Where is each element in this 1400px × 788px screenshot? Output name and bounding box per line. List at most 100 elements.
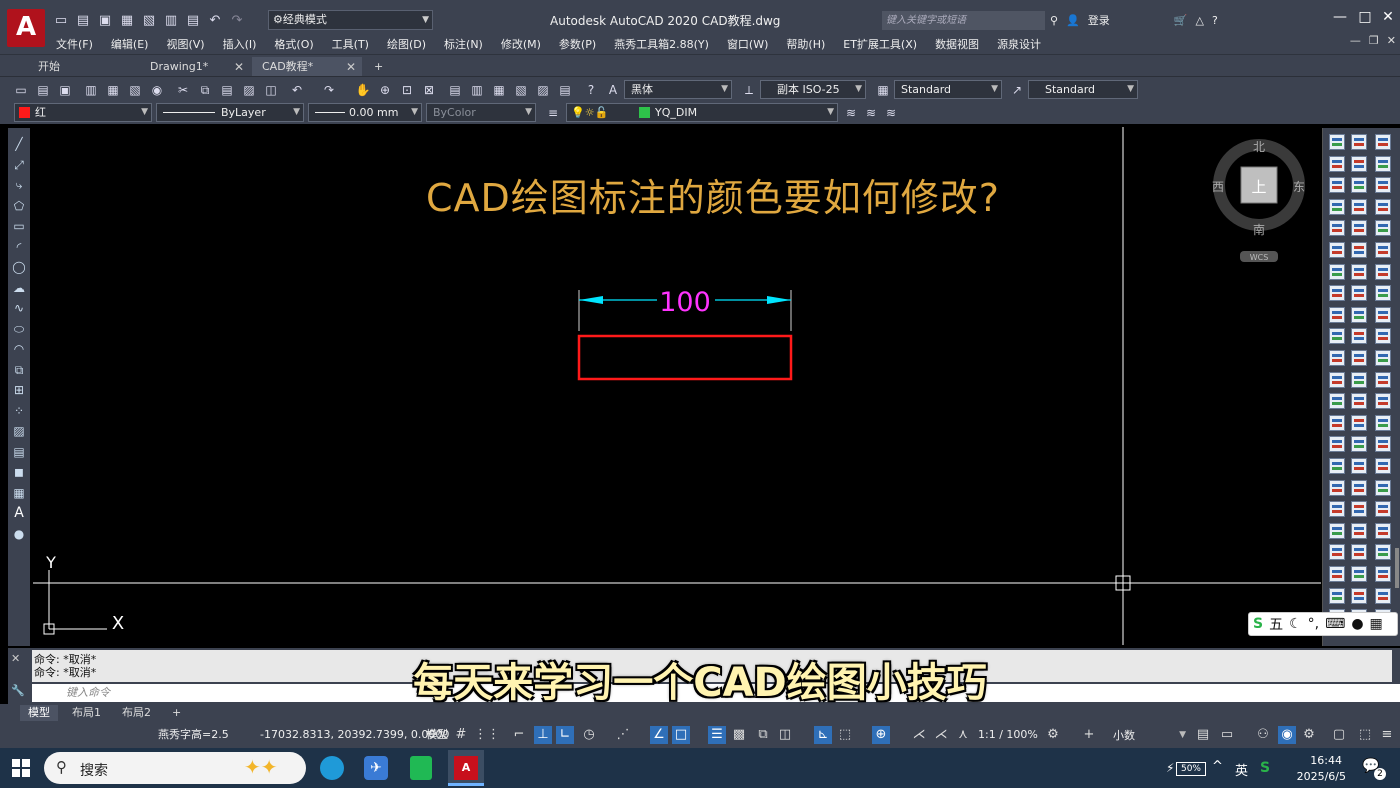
palette-tool-icon[interactable] (1351, 155, 1367, 172)
cut-icon[interactable]: ✂ (174, 81, 192, 99)
lineweight-icon[interactable]: ☰ (708, 726, 726, 744)
dynamic-ucs-icon[interactable]: ⊾ (814, 726, 832, 744)
menu-item[interactable]: 绘图(D) (387, 36, 426, 52)
sogou-tray-icon[interactable]: S (1260, 760, 1270, 776)
menu-item[interactable]: 格式(O) (274, 36, 313, 52)
text-style-icon[interactable]: A (604, 81, 622, 99)
menu-item[interactable]: 插入(I) (223, 36, 257, 52)
search-input[interactable]: 键入关键字或短语 (882, 11, 1045, 30)
palette-tool-icon[interactable] (1329, 544, 1345, 561)
model-space-toggle[interactable]: 模型 (426, 726, 448, 744)
new-tab-button[interactable]: + (366, 57, 390, 77)
polar-icon[interactable]: ◷ (580, 726, 598, 744)
mleader-style-icon[interactable]: ↗ (1008, 81, 1026, 99)
calculator-icon[interactable]: ▤ (556, 81, 574, 99)
palette-tool-icon[interactable] (1375, 134, 1391, 150)
3d-dwf-icon[interactable]: ◉ (148, 81, 166, 99)
palette-tool-icon[interactable] (1351, 479, 1367, 496)
palette-tool-icon[interactable] (1375, 177, 1391, 194)
palette-tool-icon[interactable] (1329, 306, 1345, 323)
palette-tool-icon[interactable] (1375, 436, 1391, 453)
redo-icon[interactable]: ↷ (228, 11, 246, 29)
menu-item[interactable]: 参数(P) (559, 36, 596, 52)
palette-tool-icon[interactable] (1375, 544, 1391, 561)
plot-icon[interactable]: ▥ (82, 81, 100, 99)
plot-preview-icon[interactable]: ▦ (104, 81, 122, 99)
open-icon[interactable]: ▤ (74, 11, 92, 29)
customize-icon[interactable]: ≡ (1378, 726, 1396, 744)
palette-tool-icon[interactable] (1375, 479, 1391, 496)
clock-date[interactable]: 2025/6/5 (1288, 770, 1346, 783)
workspace-switch-icon[interactable]: ⚙ (1300, 726, 1318, 744)
infer-constraints-icon[interactable]: ⌐ (510, 726, 528, 744)
palette-tool-icon[interactable] (1329, 501, 1345, 518)
palette-tool-icon[interactable] (1375, 263, 1391, 280)
object-snap-tracking-icon[interactable]: ∠ (650, 726, 668, 744)
palette-tool-icon[interactable] (1351, 134, 1367, 150)
plot-icon[interactable]: ▤ (184, 11, 202, 29)
green-app-icon[interactable] (410, 756, 432, 780)
hardware-acceleration-icon[interactable]: ◉ (1278, 726, 1296, 744)
menu-item[interactable]: 编辑(E) (111, 36, 149, 52)
design-center-icon[interactable]: ▥ (468, 81, 486, 99)
redo-icon[interactable]: ↷ (320, 81, 338, 99)
table-style-dropdown[interactable]: Standard ▼ (894, 80, 1002, 99)
palette-tool-icon[interactable] (1375, 414, 1391, 431)
palette-tool-icon[interactable] (1351, 220, 1367, 237)
menu-item[interactable]: 数据视图 (935, 36, 979, 52)
palette-tool-icon[interactable] (1329, 522, 1345, 539)
linetype-dropdown[interactable]: ByLayer ▼ (156, 103, 304, 122)
windows-start-icon[interactable] (12, 759, 30, 777)
taskbar-search[interactable]: ⚲ 搜索 ✦✦ (44, 752, 306, 784)
palette-tool-icon[interactable] (1329, 155, 1345, 172)
help-icon[interactable]: ? (1212, 14, 1218, 27)
annotation-visibility-icon[interactable]: ⋌ (910, 726, 928, 744)
copy-icon[interactable]: ⧉ (196, 81, 214, 99)
sheet-set-icon[interactable]: ▧ (512, 81, 530, 99)
palette-tool-icon[interactable] (1375, 393, 1391, 410)
command-close-icon[interactable]: ✕ (11, 652, 20, 665)
palette-tool-icon[interactable] (1329, 328, 1345, 345)
match-properties-icon[interactable]: ▨ (240, 81, 258, 99)
palette-tool-icon[interactable] (1329, 566, 1345, 582)
palette-tool-icon[interactable] (1375, 522, 1391, 539)
layer-isolate-icon[interactable]: ≋ (882, 104, 900, 122)
battery-indicator[interactable]: 50% (1176, 762, 1206, 776)
maximize-button[interactable]: □ (1355, 7, 1375, 27)
point-icon[interactable]: ⁘ (11, 403, 27, 419)
layer-manager-icon[interactable]: ≡ (544, 104, 562, 122)
user-icon[interactable]: 👤 (1066, 14, 1080, 27)
doc-minimize-button[interactable]: — (1350, 34, 1361, 47)
a360-icon[interactable]: △ (1195, 14, 1203, 27)
palette-tool-icon[interactable] (1375, 306, 1391, 323)
menu-item[interactable]: 源泉设计 (997, 36, 1041, 52)
palette-scrollbar[interactable] (1395, 548, 1399, 588)
open-icon[interactable]: ▤ (34, 81, 52, 99)
rectangle-icon[interactable]: ▭ (11, 218, 27, 234)
gizmo-icon[interactable]: ⊕ (872, 726, 890, 744)
coordinates-readout[interactable]: -17032.8313, 20392.7399, 0.0000 (260, 726, 449, 744)
plot-preview-icon[interactable]: ▥ (162, 11, 180, 29)
spline-icon[interactable]: ∿ (11, 300, 27, 316)
palette-tool-icon[interactable] (1329, 587, 1345, 604)
annotation-scale-icon[interactable]: ⋏ (954, 726, 972, 744)
palette-tool-icon[interactable] (1375, 371, 1391, 388)
workspace-dropdown[interactable]: ⚙经典模式 ▼ (268, 10, 433, 30)
close-icon[interactable]: ✕ (346, 57, 356, 77)
table-style-icon[interactable]: ▦ (874, 81, 892, 99)
zoom-window-icon[interactable]: ⊡ (398, 81, 416, 99)
new-icon[interactable]: ▭ (12, 81, 30, 99)
tab-layout2[interactable]: 布局2 (114, 705, 159, 721)
lock-ui-icon[interactable]: ▭ (1218, 726, 1236, 744)
minimize-button[interactable]: — (1330, 7, 1350, 27)
ortho-icon[interactable]: ∟ (556, 726, 574, 744)
mleader-style-dropdown[interactable]: Standard ▼ (1028, 80, 1138, 99)
multiline-text-icon[interactable]: A (11, 505, 27, 521)
circle-icon[interactable]: ◯ (11, 259, 27, 275)
line-icon[interactable]: ╱ (11, 136, 27, 152)
selection-cycling-icon[interactable]: ⧉ (754, 726, 772, 744)
palette-tool-icon[interactable] (1351, 587, 1367, 604)
palette-tool-icon[interactable] (1351, 501, 1367, 518)
palette-tool-icon[interactable] (1351, 414, 1367, 431)
edge-icon[interactable] (320, 756, 344, 780)
